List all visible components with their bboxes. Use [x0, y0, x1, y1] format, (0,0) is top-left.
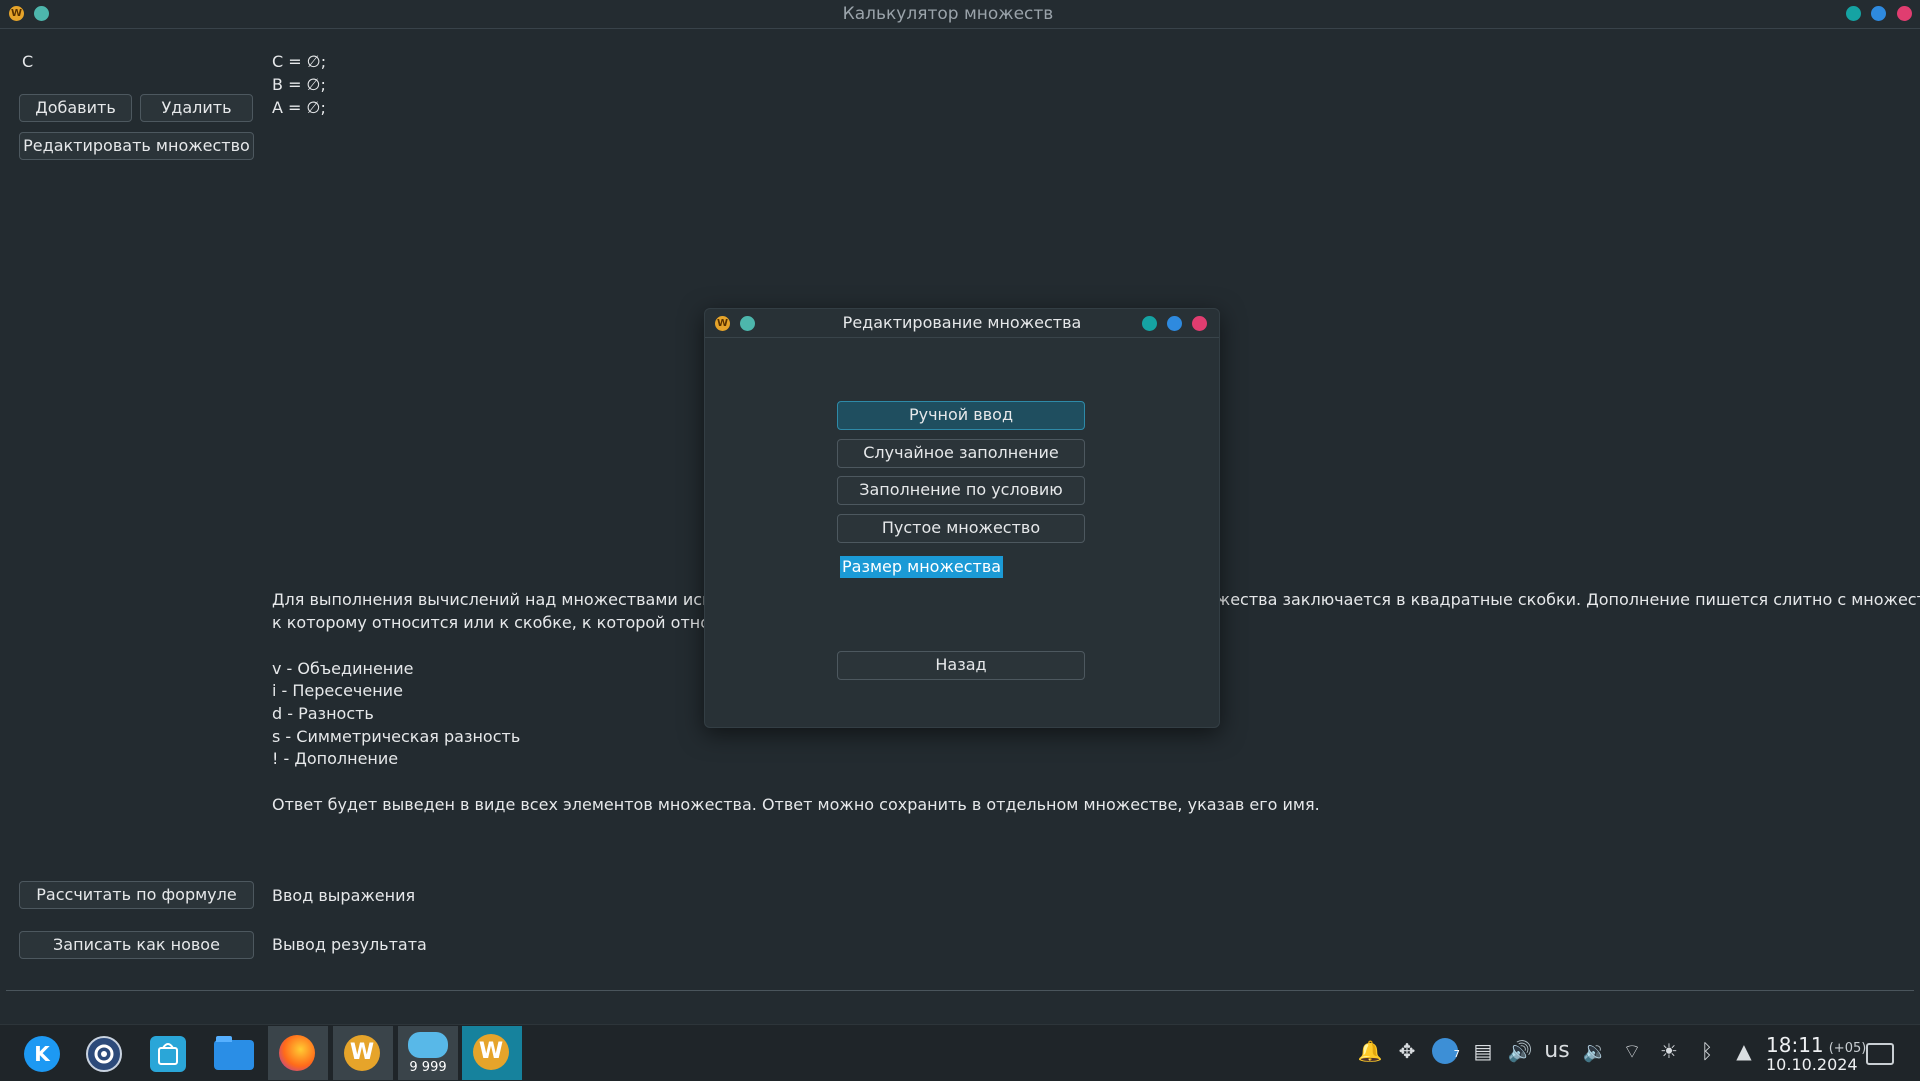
op-union: v - Объединение: [272, 659, 414, 678]
set-list-item[interactable]: A = ∅;: [272, 98, 326, 117]
clock-timezone: (+05): [1828, 1041, 1867, 1056]
add-set-button[interactable]: Добавить: [19, 94, 132, 122]
result-output: Вывод результата: [272, 935, 427, 954]
notifications-icon[interactable]: 🔔: [1357, 1038, 1383, 1064]
maximize-button[interactable]: [1871, 6, 1886, 21]
empty-set-button[interactable]: Пустое множество: [837, 514, 1085, 543]
firefox-icon: [279, 1035, 315, 1071]
set-list-item[interactable]: C = ∅;: [272, 52, 326, 71]
discover-icon[interactable]: [150, 1036, 186, 1072]
network-share-icon[interactable]: ✥: [1394, 1038, 1420, 1064]
updates-badge: 7: [1453, 1049, 1460, 1060]
svg-text:K: K: [34, 1042, 51, 1066]
audio-icon[interactable]: 🔊: [1507, 1038, 1533, 1064]
dialog-maximize-button[interactable]: [1167, 316, 1182, 331]
set-size-input[interactable]: Размер множества: [840, 556, 1004, 578]
help-text-line: Для выполнения вычислений над множествам…: [272, 590, 733, 609]
app-w-icon: W: [344, 1035, 380, 1071]
taskbar-app-w-focused[interactable]: W: [462, 1026, 522, 1080]
clock-time: 18:11: [1766, 1033, 1824, 1057]
chevron-up-icon[interactable]: ▲: [1731, 1038, 1757, 1064]
show-desktop-icon[interactable]: [1866, 1043, 1894, 1065]
save-as-new-button[interactable]: Записать как новое: [19, 931, 254, 959]
taskbar-app-w[interactable]: W: [333, 1026, 393, 1080]
clock-date: 10.10.2024: [1766, 1055, 1858, 1074]
kde-menu-icon[interactable]: K: [24, 1036, 60, 1072]
op-symmetric-difference: s - Симметрическая разность: [272, 727, 521, 746]
set-name-input[interactable]: C: [22, 52, 33, 71]
app-w-icon: W: [473, 1034, 509, 1070]
edit-set-dialog: W Редактирование множества Ручной ввод С…: [704, 308, 1220, 728]
condition-fill-button[interactable]: Заполнение по условию: [837, 476, 1085, 505]
taskbar-weather[interactable]: 9 999: [398, 1026, 458, 1080]
dialog-minimize-button[interactable]: [1142, 316, 1157, 331]
clipboard-icon[interactable]: ▤: [1470, 1038, 1496, 1064]
taskbar-firefox[interactable]: [268, 1026, 328, 1080]
files-icon[interactable]: [214, 1036, 254, 1070]
brightness-icon[interactable]: ☀: [1656, 1038, 1682, 1064]
back-button[interactable]: Назад: [837, 651, 1085, 680]
random-fill-button[interactable]: Случайное заполнение: [837, 439, 1085, 468]
expression-input[interactable]: Ввод выражения: [272, 886, 415, 905]
help-text-line: к которому относится или к скобке, к кот…: [272, 613, 748, 632]
op-intersection: i - Пересечение: [272, 681, 403, 700]
minimize-button[interactable]: [1846, 6, 1861, 21]
window-title: Калькулятор множеств: [842, 4, 1054, 24]
edit-set-button[interactable]: Редактировать множество: [19, 132, 254, 160]
close-button[interactable]: [1897, 6, 1912, 21]
calculate-button[interactable]: Рассчитать по формуле: [19, 881, 254, 909]
weather-icon: [408, 1032, 448, 1058]
dialog-close-button[interactable]: [1192, 316, 1207, 331]
op-difference: d - Разность: [272, 704, 374, 723]
divider: [6, 990, 1914, 991]
system-settings-icon[interactable]: [86, 1036, 122, 1072]
result-note: Ответ будет выведен в виде всех элементо…: [272, 795, 1320, 814]
set-list-item[interactable]: B = ∅;: [272, 75, 326, 94]
manual-input-button[interactable]: Ручной ввод: [837, 401, 1085, 430]
dialog-divider: [705, 337, 1219, 338]
wifi-icon[interactable]: ⌔: [1619, 1038, 1645, 1064]
op-complement: ! - Дополнение: [272, 749, 399, 768]
help-text-line: ожества заключается в квадратные скобки.…: [1206, 590, 1920, 609]
clock[interactable]: 18:11 (+05) 10.10.2024: [1766, 1033, 1866, 1074]
weather-badge: 9 999: [409, 1060, 447, 1075]
bluetooth-icon[interactable]: ᛒ: [1694, 1038, 1720, 1064]
updates-icon[interactable]: 7: [1432, 1038, 1462, 1064]
volume-icon[interactable]: 🔉: [1582, 1038, 1608, 1064]
keyboard-layout[interactable]: us: [1542, 1038, 1572, 1064]
delete-set-button[interactable]: Удалить: [140, 94, 253, 122]
